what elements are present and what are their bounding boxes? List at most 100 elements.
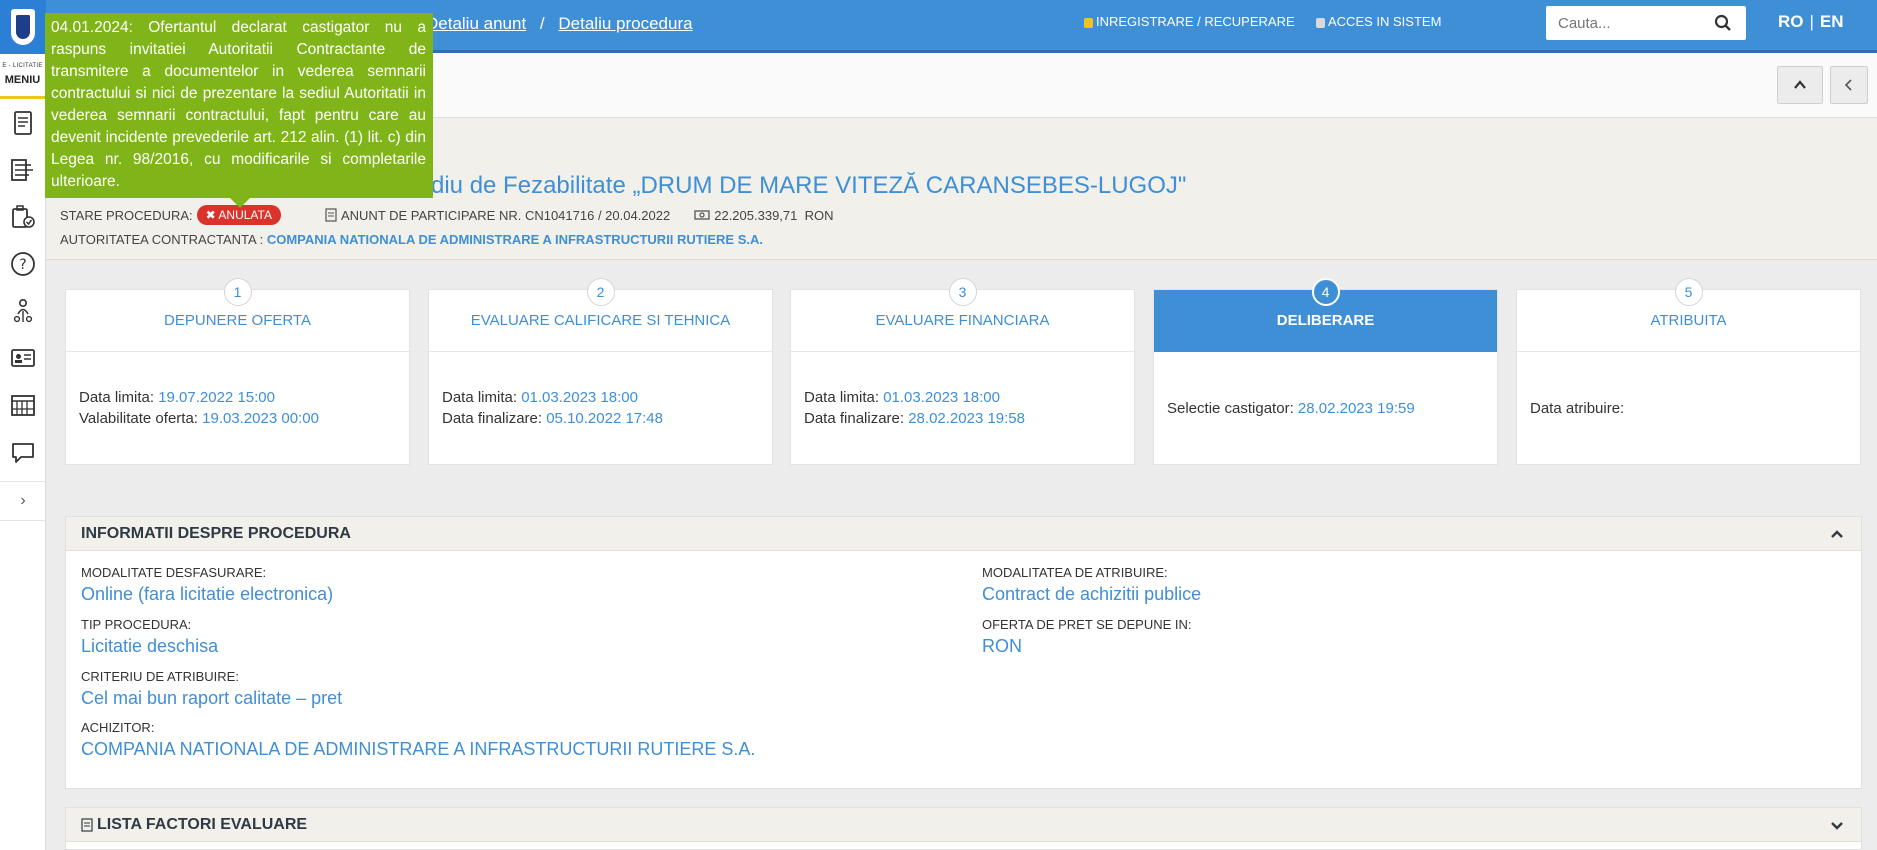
breadcrumb-separator: /	[539, 14, 545, 33]
chevron-down-icon[interactable]	[1829, 817, 1845, 833]
lang-en-link[interactable]: EN	[1820, 12, 1844, 31]
step-label: Data finalizare:	[804, 410, 909, 427]
step-value: 05.10.2022 17:48	[546, 410, 663, 427]
step-label: Data limita:	[804, 389, 884, 406]
modalitate-value: Online (fara licitatie electronica)	[81, 584, 334, 604]
step-label: Selectie castigator:	[1167, 399, 1298, 417]
step-details: Data limita: 01.03.2023 18:00 Data final…	[791, 352, 1134, 464]
language-switcher: RO | EN	[1778, 12, 1844, 32]
shield-logo-icon	[11, 9, 35, 45]
chevron-right-icon[interactable]: ›	[0, 481, 46, 521]
step-number: 4	[1311, 278, 1340, 306]
step-details: Data atribuire:	[1517, 352, 1860, 464]
login-label: ACCES IN SISTEM	[1328, 14, 1442, 29]
authority-link[interactable]: COMPANIA NATIONALA DE ADMINISTRARE A INF…	[267, 232, 763, 247]
procedure-title: diu de Fezabilitate „DRUM DE MARE VITEZĂ…	[431, 172, 1187, 199]
step-deliberare[interactable]: 4 DELIBERARE Selectie castigator: 28.02.…	[1153, 278, 1498, 465]
tip-procedura-label: TIP PROCEDURA:	[81, 617, 192, 632]
search-box	[1546, 6, 1746, 40]
step-label: Data atribuire:	[1530, 399, 1625, 417]
status-label: STARE PROCEDURA:	[60, 207, 193, 223]
step-label: Data limita:	[79, 389, 159, 406]
chevron-up-icon[interactable]	[1829, 526, 1845, 542]
modalitatea-atribuire-value: Contract de achizitii publice	[982, 584, 1202, 604]
id-card-icon[interactable]	[0, 334, 46, 381]
chat-bubble-icon[interactable]	[0, 428, 46, 475]
value-amount: 22.205.339,71	[714, 207, 798, 223]
criteriu-label: CRITERIU DE ATRIBUIRE:	[81, 669, 239, 684]
lock-icon	[1316, 17, 1325, 28]
document-list-icon[interactable]	[0, 99, 46, 146]
step-number: 3	[948, 278, 977, 306]
money-icon	[694, 210, 710, 220]
step-label: Data finalizare:	[442, 410, 547, 427]
step-label: Valabilitate oferta:	[79, 410, 203, 427]
form-list-icon[interactable]	[0, 146, 46, 193]
search-input[interactable]	[1546, 6, 1706, 40]
breadcrumb-detaliu-anunt[interactable]: Detaliu anunt	[426, 14, 526, 33]
estimated-value: 22.205.339,71 RON	[694, 207, 834, 223]
oferta-pret-label: OFERTA DE PRET SE DEPUNE IN:	[982, 617, 1192, 632]
rail-subtitle: E - LICITATIE	[2, 63, 43, 69]
evaluation-factors-panel: LISTA FACTORI EVALUARE	[65, 807, 1862, 850]
lang-ro-link[interactable]: RO	[1778, 12, 1804, 31]
breadcrumb: Detaliu anunt / Detaliu procedura	[426, 14, 693, 34]
checklist-icon[interactable]	[0, 193, 46, 240]
panel-header[interactable]: INFORMATII DESPRE PROCEDURA	[66, 517, 1861, 551]
procedure-info-panel: INFORMATII DESPRE PROCEDURA MODALITATE D…	[65, 516, 1862, 789]
user-hierarchy-icon[interactable]	[0, 287, 46, 334]
step-evaluare-financiara[interactable]: 3 EVALUARE FINANCIARA Data limita: 01.03…	[790, 278, 1135, 465]
step-details: Data limita: 01.03.2023 18:00 Data final…	[429, 352, 772, 464]
authority-label: AUTORITATEA CONTRACTANTA :	[60, 232, 264, 247]
step-value: 19.07.2022 15:00	[158, 389, 275, 406]
notice-number: ANUNT DE PARTICIPARE NR. CN1041716 / 20.…	[340, 207, 671, 223]
procedure-meta: STARE PROCEDURA: ✖ ANULATA ANUNT DE PART…	[60, 205, 834, 225]
back-button[interactable]	[1830, 66, 1868, 104]
lang-separator: |	[1809, 12, 1814, 31]
search-icon[interactable]	[1714, 14, 1732, 32]
step-details: Data limita: 19.07.2022 15:00 Valabilita…	[66, 352, 409, 464]
chevron-up-icon	[1794, 80, 1806, 89]
achizitor-label: ACHIZITOR:	[81, 720, 155, 735]
achizitor-link[interactable]: COMPANIA NATIONALA DE ADMINISTRARE A INF…	[81, 739, 755, 760]
step-number: 2	[586, 278, 615, 306]
panel-title: INFORMATII DESPRE PROCEDURA	[81, 524, 351, 542]
help-icon[interactable]: ?	[0, 240, 46, 287]
step-atribuita[interactable]: 5 ATRIBUITA Data atribuire:	[1516, 278, 1861, 465]
register-label: INREGISTRARE / RECUPERARE	[1096, 14, 1295, 29]
step-value: 01.03.2023 18:00	[883, 389, 1000, 406]
status-badge: ✖ ANULATA	[196, 205, 281, 225]
step-number: 1	[223, 278, 252, 306]
panel-header[interactable]: LISTA FACTORI EVALUARE	[66, 808, 1861, 842]
step-depunere-oferta[interactable]: 1 DEPUNERE OFERTA Data limita: 19.07.202…	[65, 278, 410, 465]
document-icon	[81, 817, 93, 832]
tooltip-arrow	[230, 198, 250, 208]
step-value: 28.02.2023 19:59	[1297, 399, 1415, 417]
step-value: 28.02.2023 19:58	[908, 410, 1025, 427]
svg-text:?: ?	[19, 257, 26, 273]
menu-button[interactable]: MENIU	[0, 74, 45, 86]
step-value: 01.03.2023 18:00	[521, 389, 638, 406]
step-details: Selectie castigator: 28.02.2023 19:59	[1154, 352, 1497, 464]
breadcrumb-detaliu-procedura[interactable]: Detaliu procedura	[558, 14, 692, 33]
status-badge-text: ANULATA	[218, 208, 272, 222]
document-icon	[325, 208, 337, 222]
notice-info: ANUNT DE PARTICIPARE NR. CN1041716 / 20.…	[325, 208, 670, 223]
modalitatea-atribuire-label: MODALITATEA DE ATRIBUIRE:	[982, 565, 1168, 580]
tip-procedura-value: Licitatie deschisa	[81, 636, 219, 656]
register-link[interactable]: INREGISTRARE / RECUPERARE	[1084, 14, 1295, 29]
step-evaluare-calificare[interactable]: 2 EVALUARE CALIFICARE SI TEHNICA Data li…	[428, 278, 773, 465]
app-logo[interactable]	[0, 0, 46, 54]
criteriu-value: Cel mai bun raport calitate – pret	[81, 688, 343, 708]
building-icon[interactable]	[0, 381, 46, 428]
step-label: Data limita:	[442, 389, 522, 406]
step-number: 5	[1674, 278, 1703, 306]
login-link[interactable]: ACCES IN SISTEM	[1316, 14, 1441, 29]
modalitate-label: MODALITATE DESFASURARE:	[81, 565, 267, 580]
lock-icon	[1084, 17, 1093, 28]
chevron-left-icon	[1844, 79, 1852, 91]
scroll-top-button[interactable]	[1777, 66, 1823, 104]
left-sidebar: E - LICITATIE MENIU ? ›	[0, 0, 46, 850]
step-value: 19.03.2023 00:00	[202, 410, 319, 427]
contracting-authority: AUTORITATEA CONTRACTANTA : COMPANIA NATI…	[60, 232, 763, 247]
